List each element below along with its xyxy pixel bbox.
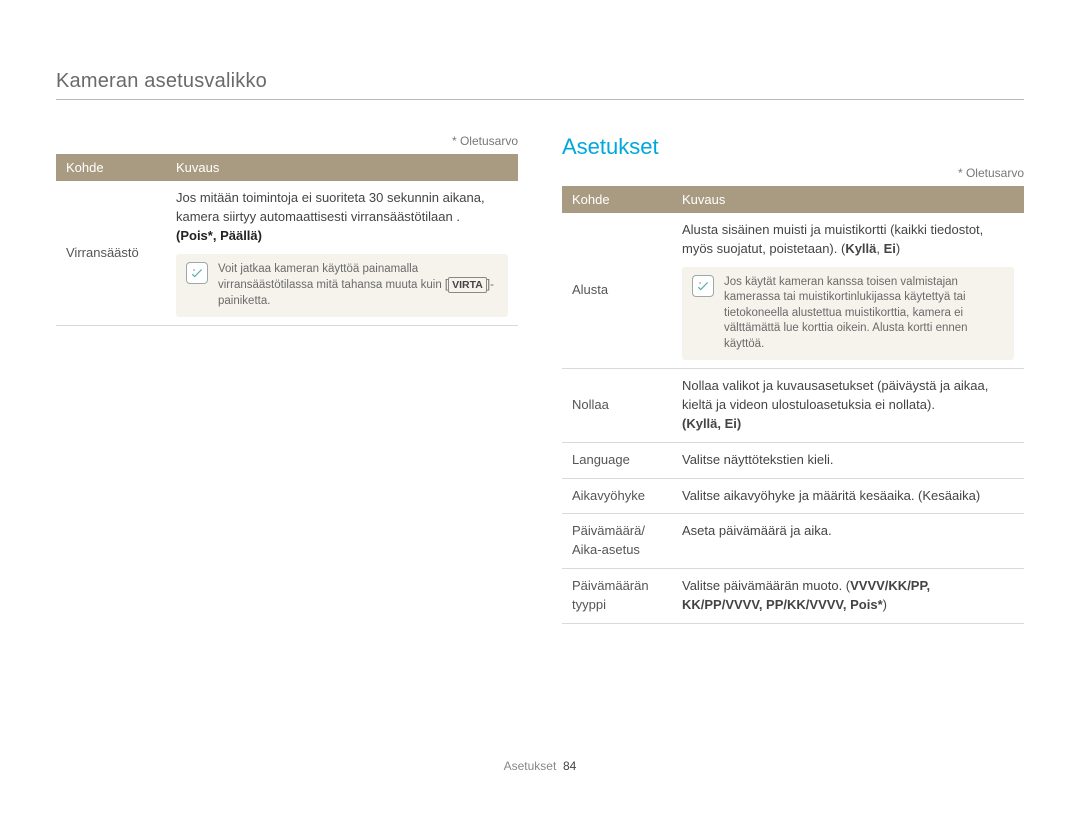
row-desc: Aseta päivämäärä ja aika.	[672, 514, 1024, 569]
page-number: 84	[563, 759, 576, 773]
default-note-right: * Oletusarvo	[562, 166, 1024, 180]
row-label: Päivämäärän tyyppi	[562, 569, 672, 624]
row-desc: Valitse päivämäärän muoto. (VVVV/KK/PP, …	[672, 569, 1024, 624]
desc-text: Nollaa valikot ja kuvausasetukset (päivä…	[682, 378, 988, 412]
row-label: Päivämäärä/ Aika-asetus	[562, 514, 672, 569]
options: (Pois*, Päällä)	[176, 228, 262, 243]
info-icon	[186, 262, 208, 284]
options: (Kyllä, Ei)	[682, 416, 741, 431]
row-desc: Nollaa valikot ja kuvausasetukset (päivä…	[672, 369, 1024, 443]
row-label: Nollaa	[562, 369, 672, 443]
row-desc: Valitse näyttötekstien kieli.	[672, 442, 1024, 478]
row-label: Language	[562, 442, 672, 478]
table-row: Virransäästö Jos mitään toimintoja ei su…	[56, 181, 518, 326]
table-row: Nollaa Nollaa valikot ja kuvausasetukset…	[562, 369, 1024, 443]
th-kuvaus-right: Kuvaus	[672, 186, 1024, 213]
desc-text: Alusta sisäinen muisti ja muistikortti (…	[682, 222, 983, 256]
info-text: Jos käytät kameran kanssa toisen valmist…	[724, 275, 1004, 353]
desc-text: Aseta päivämäärä ja aika.	[682, 523, 832, 538]
th-kuvaus-left: Kuvaus	[166, 154, 518, 181]
left-column: * Oletusarvo Kohde Kuvaus Virransäästö J…	[56, 134, 518, 624]
right-table: Kohde Kuvaus Alusta Alusta sisäinen muis…	[562, 186, 1024, 624]
info-icon	[692, 275, 714, 297]
section-title: Asetukset	[562, 134, 1024, 160]
info-text: Voit jatkaa kameran käyttöä painamalla v…	[218, 262, 498, 310]
left-table: Kohde Kuvaus Virransäästö Jos mitään toi…	[56, 154, 518, 326]
row-desc: Jos mitään toimintoja ei suoriteta 30 se…	[166, 181, 518, 326]
table-row: Päivämäärä/ Aika-asetus Aseta päivämäärä…	[562, 514, 1024, 569]
footer-section: Asetukset	[504, 759, 557, 773]
desc-text: Valitse päivämäärän muoto. (VVVV/KK/PP, …	[682, 578, 930, 612]
right-column: Asetukset * Oletusarvo Kohde Kuvaus Alus…	[562, 134, 1024, 624]
breadcrumb: Kameran asetusvalikko	[56, 70, 1024, 93]
table-row: Language Valitse näyttötekstien kieli.	[562, 442, 1024, 478]
row-label: Alusta	[562, 213, 672, 369]
table-row: Alusta Alusta sisäinen muisti ja muistik…	[562, 213, 1024, 369]
row-label: Virransäästö	[56, 181, 166, 326]
th-kohde-left: Kohde	[56, 154, 166, 181]
desc-text: Valitse näyttötekstien kieli.	[682, 452, 834, 467]
page-footer: Asetukset 84	[0, 759, 1080, 773]
virta-key: VIRTA	[448, 277, 487, 293]
row-label: Aikavyöhyke	[562, 478, 672, 514]
default-note-left: * Oletusarvo	[56, 134, 518, 148]
table-row: Päivämäärän tyyppi Valitse päivämäärän m…	[562, 569, 1024, 624]
desc-text: Jos mitään toimintoja ei suoriteta 30 se…	[176, 190, 485, 224]
info-box: Jos käytät kameran kanssa toisen valmist…	[682, 267, 1014, 361]
th-kohde-right: Kohde	[562, 186, 672, 213]
divider	[56, 99, 1024, 100]
table-row: Aikavyöhyke Valitse aikavyöhyke ja määri…	[562, 478, 1024, 514]
row-desc: Alusta sisäinen muisti ja muistikortti (…	[672, 213, 1024, 369]
desc-text: Valitse aikavyöhyke ja määritä kesäaika.…	[682, 488, 980, 503]
info-box: Voit jatkaa kameran käyttöä painamalla v…	[176, 254, 508, 318]
row-desc: Valitse aikavyöhyke ja määritä kesäaika.…	[672, 478, 1024, 514]
